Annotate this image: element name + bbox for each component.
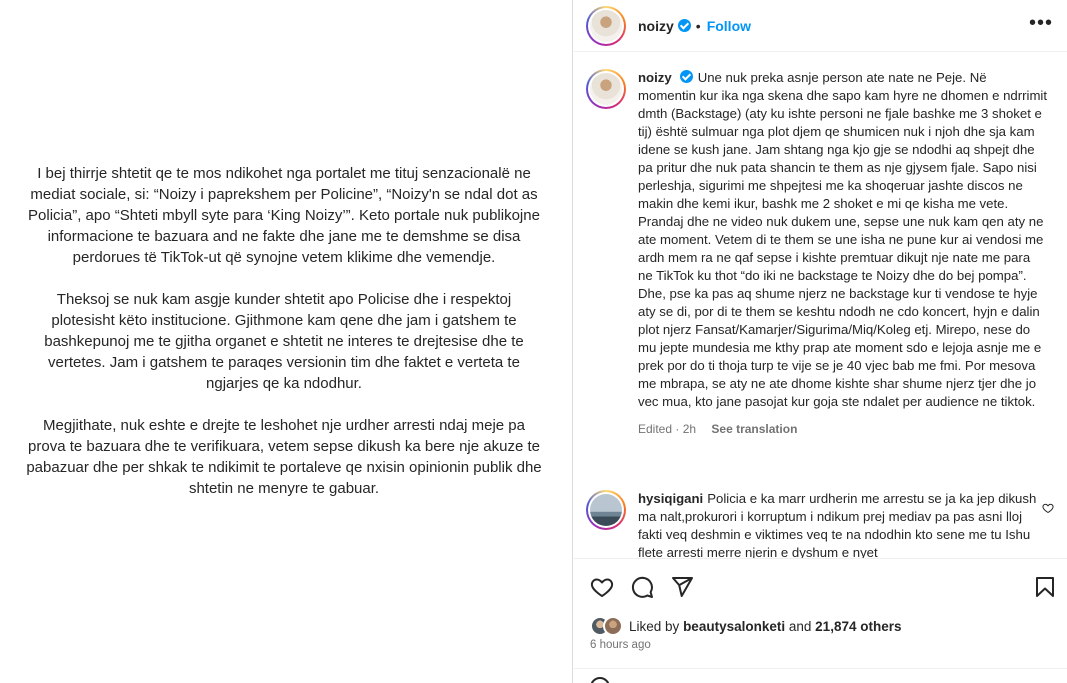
caption-text: Une nuk preka asnje person ate nate ne P… xyxy=(638,70,1048,409)
divider xyxy=(574,668,1067,669)
comment-like-icon[interactable] xyxy=(1042,502,1054,514)
liked-by-prefix: Liked by xyxy=(629,618,680,634)
post-image-text: I bej thirrje shtetit qe te mos ndikohet… xyxy=(24,163,544,520)
save-button[interactable] xyxy=(1033,575,1057,599)
post-actions: Liked by beautysalonketi and 21,874 othe… xyxy=(574,558,1067,683)
post-side-panel: noizy • Follow ••• noizy Une nuk preka as… xyxy=(574,0,1067,683)
emoji-icon[interactable] xyxy=(590,677,610,683)
verified-badge-icon xyxy=(677,19,691,32)
liked-by-user[interactable]: beautysalonketi xyxy=(683,619,785,634)
likes-summary: Liked by beautysalonketi and 21,874 othe… xyxy=(590,616,901,636)
likes-text[interactable]: Liked by beautysalonketi and 21,874 othe… xyxy=(629,619,901,634)
separator-dot: • xyxy=(695,17,701,34)
comment-body: hysiqigani Policia e ka marr urdherin me … xyxy=(638,490,1048,558)
heart-icon[interactable] xyxy=(590,575,614,599)
post-image: I bej thirrje shtetit qe te mos ndikohet… xyxy=(0,0,573,683)
liker-avatar xyxy=(603,616,623,636)
image-paragraph-1: I bej thirrje shtetit qe te mos ndikohet… xyxy=(28,165,540,266)
liked-by-and: and xyxy=(788,618,812,634)
header-username[interactable]: noizy xyxy=(638,18,674,34)
comment-username[interactable]: hysiqigani xyxy=(638,491,703,506)
likes-count[interactable]: 21,874 others xyxy=(815,619,901,634)
follow-button[interactable]: Follow xyxy=(707,18,751,34)
verified-badge-icon xyxy=(679,70,693,83)
comment-avatar[interactable] xyxy=(586,490,626,530)
image-paragraph-3: Megjithate, nuk eshte e drejte te leshoh… xyxy=(26,417,542,497)
caption-body: noizy Une nuk preka asnje person ate nate… xyxy=(638,69,1048,438)
caption-avatar[interactable] xyxy=(586,69,626,109)
caption-username[interactable]: noizy xyxy=(638,70,672,85)
list-item: hysiqigani Policia e ka marr urdherin me … xyxy=(586,490,1056,558)
share-icon[interactable] xyxy=(670,575,694,599)
comment-icon[interactable] xyxy=(630,575,654,599)
edited-time: Edited · 2h xyxy=(638,422,697,436)
action-icons xyxy=(590,575,694,599)
caption-meta: Edited · 2h See translation xyxy=(638,420,1048,438)
avatar[interactable] xyxy=(586,5,626,46)
post-time: 6 hours ago xyxy=(590,639,651,651)
image-paragraph-2: Theksoj se nuk kam asgje kunder shtetit … xyxy=(44,291,524,392)
see-translation-link[interactable]: See translation xyxy=(711,422,797,436)
bookmark-icon[interactable] xyxy=(1033,575,1057,599)
comments-list[interactable]: noizy Une nuk preka asnje person ate nate… xyxy=(574,53,1067,558)
post-header: noizy • Follow ••• xyxy=(574,0,1067,52)
more-options-icon[interactable]: ••• xyxy=(1029,13,1053,36)
caption: noizy Une nuk preka asnje person ate nate… xyxy=(586,69,1056,438)
